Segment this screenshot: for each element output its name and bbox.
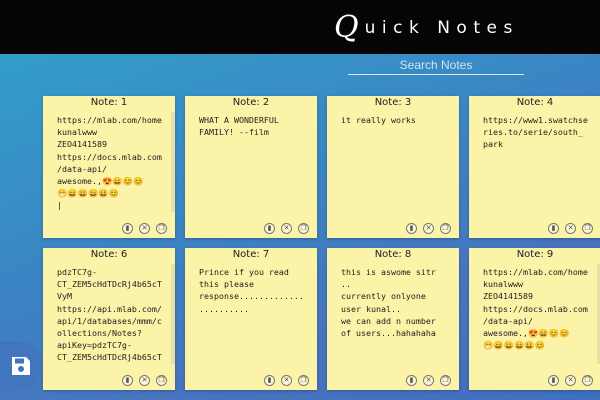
note-card[interactable]: Note: 4 https://www1.swatchse ries.to/se… [469, 96, 600, 238]
note-card[interactable]: Note: 7 Prince if you read this please r… [185, 248, 317, 390]
close-icon[interactable]: ✕ [281, 375, 292, 386]
note-card[interactable]: Note: 3 it really works ▮ ✕ ❐ [327, 96, 459, 238]
trash-icon[interactable]: ▮ [264, 375, 275, 386]
copy-icon[interactable]: ❐ [582, 375, 593, 386]
note-header: Note: 9 [516, 249, 554, 260]
note-body[interactable]: pdzTC7g- CT_ZEM5cHdTDcRj4b65cT VyM https… [57, 266, 171, 362]
note-card[interactable]: Note: 9 https://mlab.com/home kunalwww Z… [469, 248, 600, 390]
note-actions: ▮ ✕ ❐ [406, 375, 451, 386]
note-body[interactable]: Prince if you read this please response.… [199, 266, 313, 362]
note-header: Note: 7 [232, 249, 270, 260]
note-body[interactable]: https://mlab.com/home kunalwww ZEO414158… [483, 266, 597, 362]
trash-icon[interactable]: ▮ [406, 375, 417, 386]
trash-icon[interactable]: ▮ [122, 223, 133, 234]
note-card[interactable]: Note: 2 WHAT A WONDERFUL FAMILY! --film … [185, 96, 317, 238]
note-actions: ▮ ✕ ❐ [122, 223, 167, 234]
copy-icon[interactable]: ❐ [156, 375, 167, 386]
note-body[interactable]: WHAT A WONDERFUL FAMILY! --film [199, 114, 313, 210]
copy-icon[interactable]: ❐ [156, 223, 167, 234]
note-body[interactable]: https://mlab.com/home kunalwww ZEO414158… [57, 114, 171, 210]
note-card[interactable]: Note: 8 this is aswome sitr .. currently… [327, 248, 459, 390]
close-icon[interactable]: ✕ [139, 375, 150, 386]
note-actions: ▮ ✕ ❐ [406, 223, 451, 234]
top-bar: Quick Notes [0, 0, 600, 54]
copy-icon[interactable]: ❐ [440, 223, 451, 234]
app-title-rest: uick Notes [364, 18, 519, 38]
copy-icon[interactable]: ❐ [298, 223, 309, 234]
trash-icon[interactable]: ▮ [406, 223, 417, 234]
note-header: Note: 8 [374, 249, 412, 260]
close-icon[interactable]: ✕ [423, 375, 434, 386]
copy-icon[interactable]: ❐ [582, 223, 593, 234]
search-input[interactable] [348, 55, 524, 75]
trash-icon[interactable]: ▮ [264, 223, 275, 234]
close-icon[interactable]: ✕ [423, 223, 434, 234]
copy-icon[interactable]: ❐ [298, 375, 309, 386]
note-header: Note: 1 [90, 97, 128, 108]
floppy-disk-icon [12, 357, 30, 375]
note-body[interactable]: it really works [341, 114, 455, 210]
note-header: Note: 6 [90, 249, 128, 260]
note-scrollbar[interactable] [171, 112, 175, 212]
note-card[interactable]: Note: 6 pdzTC7g- CT_ZEM5cHdTDcRj4b65cT V… [43, 248, 175, 390]
note-actions: ▮ ✕ ❐ [122, 375, 167, 386]
app-title-initial: Q [334, 10, 359, 45]
note-body[interactable]: this is aswome sitr .. currently onlyone… [341, 266, 455, 362]
close-icon[interactable]: ✕ [281, 223, 292, 234]
note-card[interactable]: Note: 1 https://mlab.com/home kunalwww Z… [43, 96, 175, 238]
trash-icon[interactable]: ▮ [548, 223, 559, 234]
close-icon[interactable]: ✕ [565, 223, 576, 234]
note-scrollbar[interactable] [171, 264, 175, 364]
close-icon[interactable]: ✕ [565, 375, 576, 386]
app-title: Quick Notes [334, 10, 519, 45]
trash-icon[interactable]: ▮ [122, 375, 133, 386]
note-actions: ▮ ✕ ❐ [548, 375, 593, 386]
trash-icon[interactable]: ▮ [548, 375, 559, 386]
note-header: Note: 3 [374, 97, 412, 108]
note-actions: ▮ ✕ ❐ [548, 223, 593, 234]
note-header: Note: 2 [232, 97, 270, 108]
copy-icon[interactable]: ❐ [440, 375, 451, 386]
close-icon[interactable]: ✕ [139, 223, 150, 234]
note-actions: ▮ ✕ ❐ [264, 375, 309, 386]
note-actions: ▮ ✕ ❐ [264, 223, 309, 234]
save-button[interactable] [0, 341, 42, 391]
note-body[interactable]: https://www1.swatchse ries.to/serie/sout… [483, 114, 597, 210]
note-header: Note: 4 [516, 97, 554, 108]
